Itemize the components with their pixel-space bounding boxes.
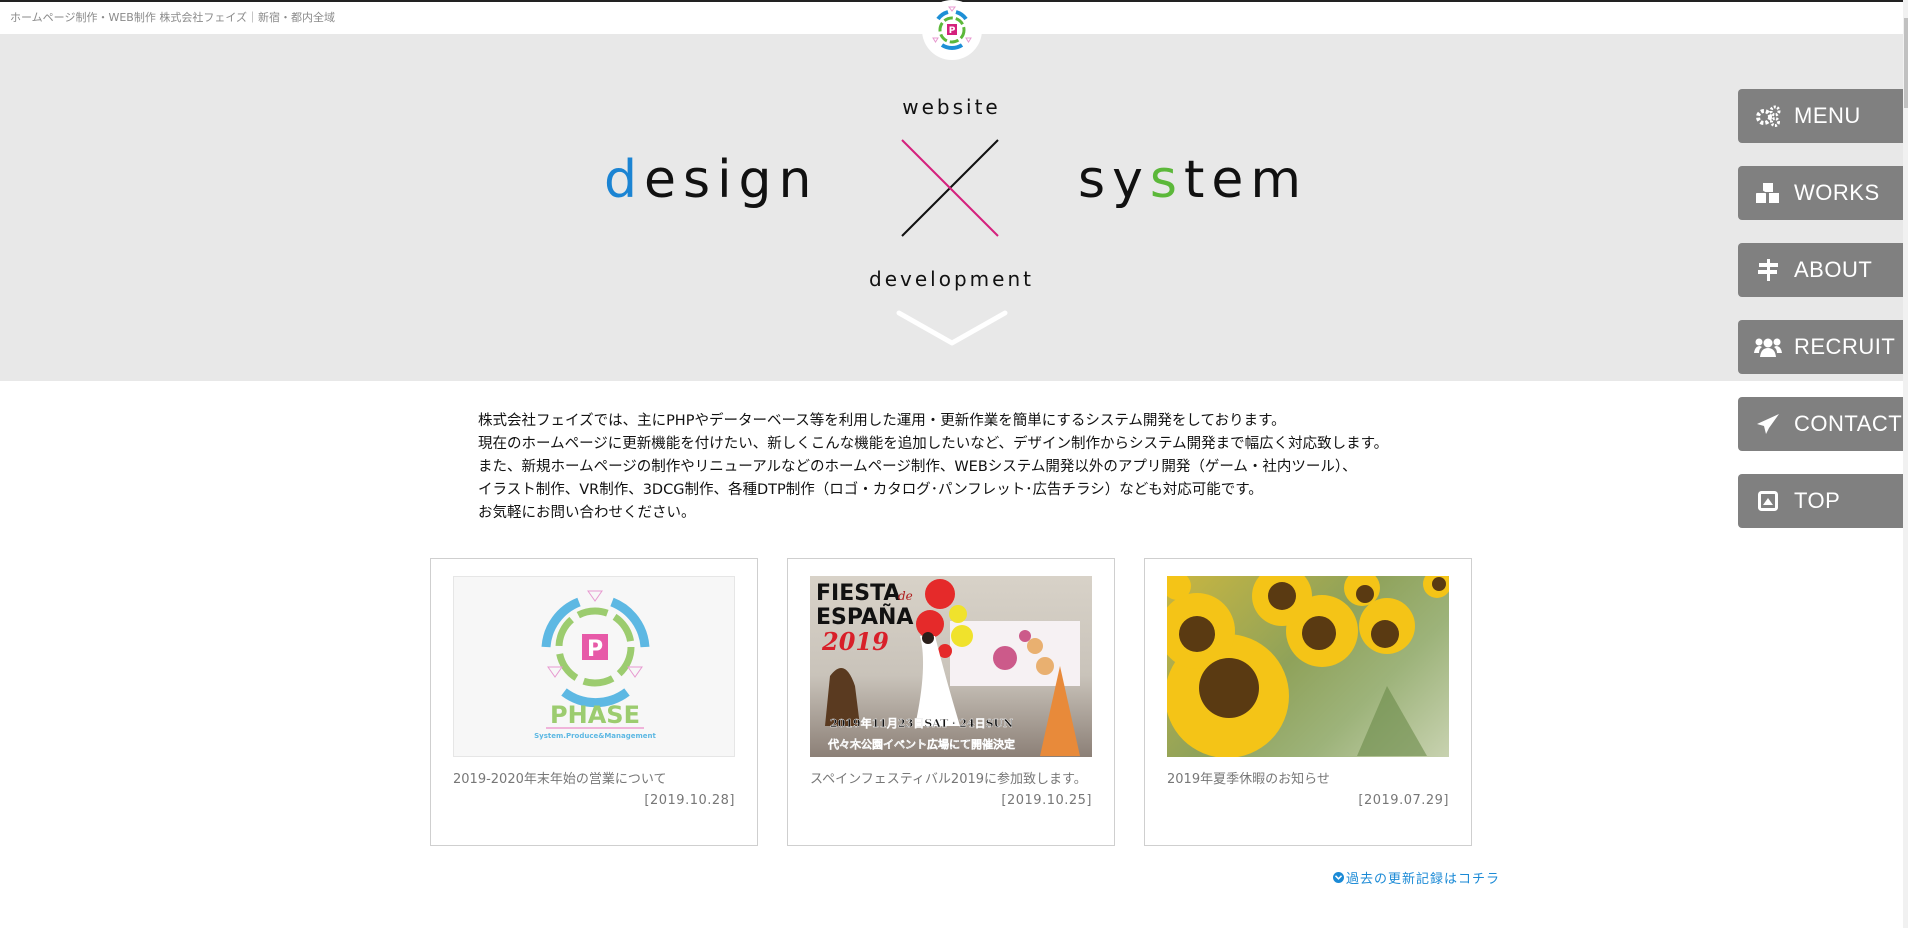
news-card[interactable]: FIESTA de ESPAÑA 2019 2019年11月23日SAT・24日… bbox=[787, 558, 1115, 846]
design-rest: esign bbox=[644, 150, 819, 210]
hero-word-development: development bbox=[869, 267, 1034, 291]
about-label: ABOUT bbox=[1794, 257, 1873, 282]
poster-place: 代々木公園イベント広場にて開催決定 bbox=[827, 737, 1015, 751]
paper-plane-icon bbox=[1754, 412, 1782, 436]
chevron-circle-down-icon bbox=[1333, 872, 1344, 883]
svg-text:P: P bbox=[587, 637, 603, 662]
system-part-c: tem bbox=[1183, 150, 1309, 210]
svg-text:de: de bbox=[898, 589, 913, 603]
intro-line: イラスト制作、VR制作、3DCG制作、各種DTP制作（ロゴ・カタログ･パンフレッ… bbox=[478, 482, 1263, 498]
site-logo[interactable]: P bbox=[922, 0, 982, 60]
recruit-label: RECRUIT bbox=[1794, 334, 1896, 359]
signpost-icon bbox=[1754, 258, 1782, 282]
hero-word-system: system bbox=[1078, 150, 1308, 210]
cross-mark-icon bbox=[901, 139, 999, 237]
past-updates-label: 過去の更新記録はコチラ bbox=[1346, 872, 1501, 887]
contact-label: CONTACT bbox=[1794, 411, 1903, 436]
svg-text:P: P bbox=[949, 26, 956, 36]
news-card[interactable]: 2019年夏季休暇のお知らせ [2019.07.29] bbox=[1144, 558, 1472, 846]
side-menu: MENU WORKS ABOUT RECRUIT CONTACT TOP bbox=[1738, 89, 1903, 551]
contact-button[interactable]: CONTACT bbox=[1738, 397, 1903, 451]
past-updates-link[interactable]: 過去の更新記録はコチラ bbox=[1333, 868, 1500, 887]
scrollbar-track[interactable] bbox=[1903, 0, 1908, 928]
intro-line: お気軽にお問い合わせください。 bbox=[478, 505, 696, 521]
news-date: [2019.07.29] bbox=[1358, 793, 1449, 808]
news-card[interactable]: P PHASE System.Produce&Management 2019-2… bbox=[430, 558, 758, 846]
fiesta-de-espana-poster: FIESTA de ESPAÑA 2019 2019年11月23日SAT・24日… bbox=[810, 576, 1092, 757]
news-date: [2019.10.25] bbox=[1001, 793, 1092, 808]
phase-logo-icon: P bbox=[932, 6, 972, 51]
top-button[interactable]: TOP bbox=[1738, 474, 1903, 528]
works-label: WORKS bbox=[1794, 180, 1880, 205]
phase-logo-text: PHASE bbox=[550, 701, 640, 729]
intro-line: 現在のホームページに更新機能を付けたい、新しくこんな機能を追加したいなど、デザイ… bbox=[478, 436, 1389, 452]
works-button[interactable]: WORKS bbox=[1738, 166, 1903, 220]
menu-button[interactable]: MENU bbox=[1738, 89, 1903, 143]
news-date: [2019.10.28] bbox=[644, 793, 735, 808]
poster-date: 2019年11月23日SAT・24日SUN bbox=[830, 716, 1013, 730]
hero-word-website: website bbox=[902, 95, 1001, 119]
recruit-button[interactable]: RECRUIT bbox=[1738, 320, 1903, 374]
intro-text: 株式会社フェイズでは、主にPHPやデーターベース等を利用した運用・更新作業を簡単… bbox=[478, 410, 1388, 525]
poster-year: 2019 bbox=[821, 627, 889, 656]
cubes-icon bbox=[1754, 181, 1782, 205]
news-title[interactable]: 2019-2020年末年始の営業について bbox=[453, 768, 666, 787]
users-icon bbox=[1754, 335, 1782, 359]
system-part-a: sy bbox=[1078, 150, 1150, 210]
scrollbar-thumb[interactable] bbox=[1904, 18, 1908, 108]
caret-up-square-icon bbox=[1754, 489, 1782, 513]
sunflower-photo bbox=[1167, 576, 1449, 757]
svg-text:FIESTA: FIESTA bbox=[816, 581, 900, 606]
site-tagline: ホームページ制作・WEB制作 株式会社フェイズ｜新宿・都内全域 bbox=[10, 11, 335, 24]
about-button[interactable]: ABOUT bbox=[1738, 243, 1903, 297]
intro-line: 株式会社フェイズでは、主にPHPやデーターベース等を利用した運用・更新作業を簡単… bbox=[478, 413, 1286, 429]
phase-logo-subtext: System.Produce&Management bbox=[534, 732, 656, 740]
top-label: TOP bbox=[1794, 488, 1841, 513]
menu-label: MENU bbox=[1794, 103, 1861, 128]
system-part-b: s bbox=[1149, 150, 1184, 210]
design-first-letter: d bbox=[604, 150, 645, 210]
intro-line: また、新規ホームページの制作やリニューアルなどのホームページ制作、WEBシステム… bbox=[478, 459, 1357, 475]
scroll-down-chevron-icon[interactable] bbox=[895, 305, 1009, 349]
hero-word-design: design bbox=[604, 150, 819, 210]
gears-icon bbox=[1754, 104, 1782, 128]
news-title[interactable]: スペインフェスティバル2019に参加致します。 bbox=[810, 768, 1087, 787]
phase-logo-image: P PHASE System.Produce&Management bbox=[453, 576, 735, 757]
news-title[interactable]: 2019年夏季休暇のお知らせ bbox=[1167, 768, 1330, 787]
